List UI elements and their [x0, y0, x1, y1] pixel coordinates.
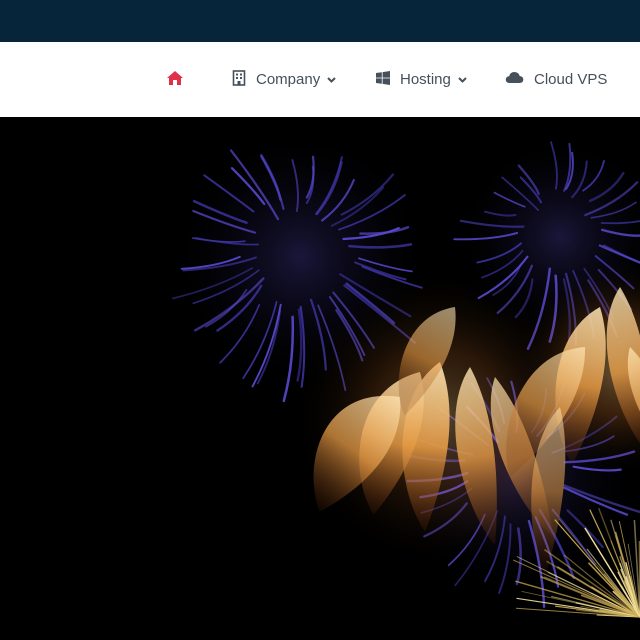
nav-home-link[interactable]: [166, 42, 184, 117]
nav-company-label: Company: [256, 71, 321, 88]
fireworks-image: [0, 117, 640, 640]
windows-icon: [376, 70, 390, 89]
nav-company[interactable]: Company: [232, 42, 336, 117]
nav-hosting-label: Hosting: [400, 71, 451, 88]
home-icon: [166, 70, 184, 90]
cloud-icon: [505, 71, 524, 88]
nav-cloud-vps[interactable]: Cloud VPS: [505, 42, 607, 117]
nav-hosting[interactable]: Hosting: [376, 42, 467, 117]
nav-cloud-vps-label: Cloud VPS: [534, 71, 608, 88]
main-navigation: Company Hosting Cloud VPS: [0, 42, 640, 117]
chevron-down-icon: [458, 76, 467, 83]
top-bar: [0, 0, 640, 42]
hero-banner: [0, 117, 640, 640]
chevron-down-icon: [327, 76, 336, 83]
building-icon: [232, 69, 246, 90]
